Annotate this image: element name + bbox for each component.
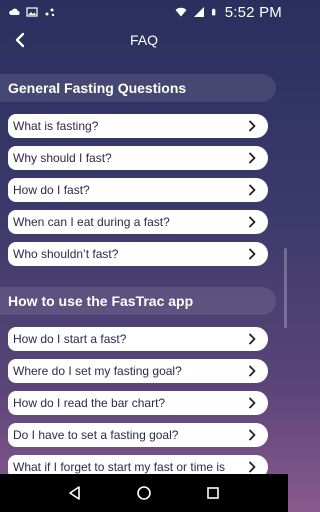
faq-item[interactable]: How do I fast?	[8, 178, 268, 202]
scrollbar[interactable]	[284, 248, 287, 328]
faq-item[interactable]: Where do I set my fasting goal?	[8, 359, 268, 383]
chevron-right-icon	[248, 184, 258, 196]
chevron-right-icon	[248, 120, 258, 132]
faq-item-label: Who shouldn’t fast?	[13, 247, 119, 261]
app-bar: FAQ	[0, 24, 288, 56]
faq-item[interactable]: What is fasting?	[8, 114, 268, 138]
faq-item[interactable]: Do I have to set a fasting goal?	[8, 423, 268, 447]
recents-square-icon	[207, 487, 220, 499]
home-circle-icon	[137, 486, 151, 500]
faq-item-label: How do I start a fast?	[13, 332, 127, 346]
faq-item-label: How do I read the bar chart?	[13, 396, 166, 410]
wifi-icon	[175, 7, 187, 17]
status-bar: 5:52 PM	[0, 0, 288, 24]
faq-item-label: Why should I fast?	[13, 151, 112, 165]
section-header-app: How to use the FasTrac app	[0, 287, 276, 315]
back-triangle-icon	[68, 486, 80, 500]
chevron-right-icon	[248, 429, 258, 441]
faq-item-label: Where do I set my fasting goal?	[13, 364, 182, 378]
dots-icon	[45, 8, 55, 17]
faq-list[interactable]: General Fasting Questions What is fastin…	[0, 72, 288, 474]
signal-icon	[193, 7, 204, 17]
chevron-right-icon	[248, 152, 258, 164]
battery-icon	[211, 8, 216, 16]
back-button[interactable]	[8, 28, 32, 52]
page-title: FAQ	[129, 32, 158, 48]
nav-back-button[interactable]	[61, 479, 89, 507]
faq-item[interactable]: What if I forget to start my fast or tim…	[8, 455, 268, 474]
cloud-icon	[9, 8, 20, 16]
faq-item[interactable]: How do I read the bar chart?	[8, 391, 268, 415]
section-header-general: General Fasting Questions	[0, 74, 276, 102]
status-left-icons	[8, 6, 56, 18]
chevron-right-icon	[248, 216, 258, 228]
image-icon	[26, 7, 38, 17]
chevron-right-icon	[248, 397, 258, 409]
chevron-left-icon	[15, 32, 25, 48]
faq-item[interactable]: When can I eat during a fast?	[8, 210, 268, 234]
system-nav-bar	[0, 474, 288, 512]
faq-item[interactable]: Who shouldn’t fast?	[8, 242, 268, 266]
nav-recents-button[interactable]	[199, 479, 227, 507]
faq-item[interactable]: How do I start a fast?	[8, 327, 268, 351]
faq-item-label: What if I forget to start my fast or tim…	[13, 460, 226, 474]
faq-item-label: Do I have to set a fasting goal?	[13, 428, 179, 442]
faq-item-label: How do I fast?	[13, 183, 90, 197]
status-right-icons: 5:52 PM	[175, 4, 282, 21]
faq-item-label: What is fasting?	[13, 119, 99, 133]
faq-item-label: When can I eat during a fast?	[13, 215, 170, 229]
chevron-right-icon	[248, 461, 258, 473]
chevron-right-icon	[248, 333, 258, 345]
faq-item[interactable]: Why should I fast?	[8, 146, 268, 170]
status-time: 5:52 PM	[224, 3, 282, 21]
chevron-right-icon	[248, 248, 258, 260]
nav-home-button[interactable]	[130, 479, 158, 507]
chevron-right-icon	[248, 365, 258, 377]
